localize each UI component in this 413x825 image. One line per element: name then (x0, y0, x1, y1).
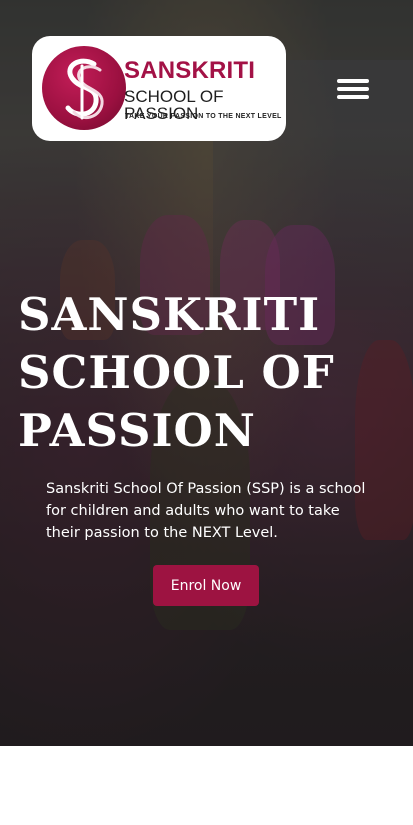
hero-section: SANSKRITI SCHOOL OF PASSION TAKE YOUR PA… (0, 0, 413, 746)
ssp-monogram-icon (65, 58, 104, 120)
menu-bar (337, 79, 369, 83)
site-logo[interactable]: SANSKRITI SCHOOL OF PASSION TAKE YOUR PA… (32, 36, 286, 141)
enrol-now-button[interactable]: Enrol Now (153, 565, 259, 606)
menu-bar (337, 87, 369, 91)
logo-title: SANSKRITI (124, 57, 256, 84)
logo-tagline: TAKE YOUR PASSION TO THE NEXT LEVEL (125, 113, 282, 120)
logo-mark (42, 46, 126, 130)
hero-title: SANSKRITI SCHOOL OF PASSION (18, 288, 335, 457)
page-footer-space (0, 746, 413, 825)
menu-button[interactable] (335, 76, 371, 102)
menu-bar (337, 95, 369, 99)
hero-description: Sanskriti School Of Passion (SSP) is a s… (46, 481, 366, 541)
